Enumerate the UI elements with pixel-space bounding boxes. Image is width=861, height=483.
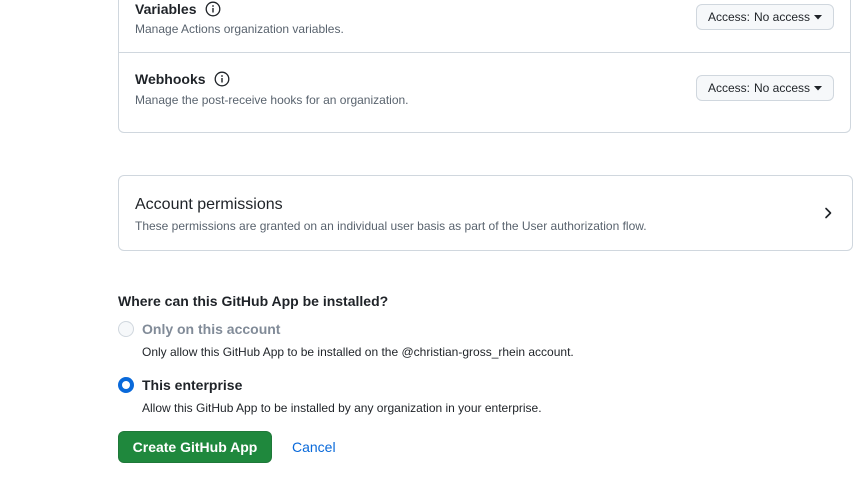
permission-description: Manage Actions organization variables. — [135, 22, 344, 36]
access-prefix: Access: — [707, 81, 750, 95]
permission-row-variables: Variables Manage Actions organization va… — [119, 0, 850, 53]
permission-title: Variables — [135, 1, 221, 17]
access-dropdown-webhooks[interactable]: Access: No access — [695, 75, 834, 101]
page: Variables Manage Actions organization va… — [0, 0, 861, 483]
radio-description: Allow this GitHub App to be installed by… — [142, 401, 542, 415]
permission-row-webhooks: Webhooks Manage the post-receive hooks f… — [119, 53, 850, 123]
radio-label: This enterprise — [142, 377, 243, 393]
permission-description: Manage the post-receive hooks for an org… — [135, 93, 409, 107]
access-value: No access — [753, 10, 810, 24]
account-permissions-title: Account permissions — [135, 196, 283, 213]
cancel-link[interactable]: Cancel — [292, 439, 336, 455]
permission-title: Webhooks — [135, 71, 230, 87]
account-permissions-box[interactable]: Account permissions These permissions ar… — [118, 175, 853, 251]
permission-title-text: Variables — [135, 1, 197, 17]
radio-button-only-this-account[interactable] — [118, 321, 134, 337]
radio-option-only-this-account[interactable]: Only on this account — [118, 321, 280, 337]
info-icon[interactable] — [205, 1, 221, 17]
organization-permissions-box: Variables Manage Actions organization va… — [118, 0, 851, 133]
access-prefix: Access: — [707, 10, 750, 24]
access-value: No access — [753, 81, 810, 95]
radio-button-this-enterprise[interactable] — [118, 377, 134, 393]
radio-option-this-enterprise[interactable]: This enterprise — [118, 377, 242, 393]
account-permissions-description: These permissions are granted on an indi… — [135, 219, 647, 233]
info-icon[interactable] — [214, 71, 230, 87]
install-question: Where can this GitHub App be installed? — [118, 293, 389, 309]
permission-title-text: Webhooks — [135, 71, 206, 87]
create-github-app-button[interactable]: Create GitHub App — [118, 431, 272, 463]
triangle-down-icon — [814, 15, 822, 20]
chevron-right-icon[interactable] — [820, 205, 836, 221]
access-dropdown-variables[interactable]: Access: No access — [695, 4, 834, 30]
radio-description: Only allow this GitHub App to be install… — [142, 345, 574, 359]
radio-label: Only on this account — [142, 321, 281, 337]
triangle-down-icon — [814, 86, 822, 91]
